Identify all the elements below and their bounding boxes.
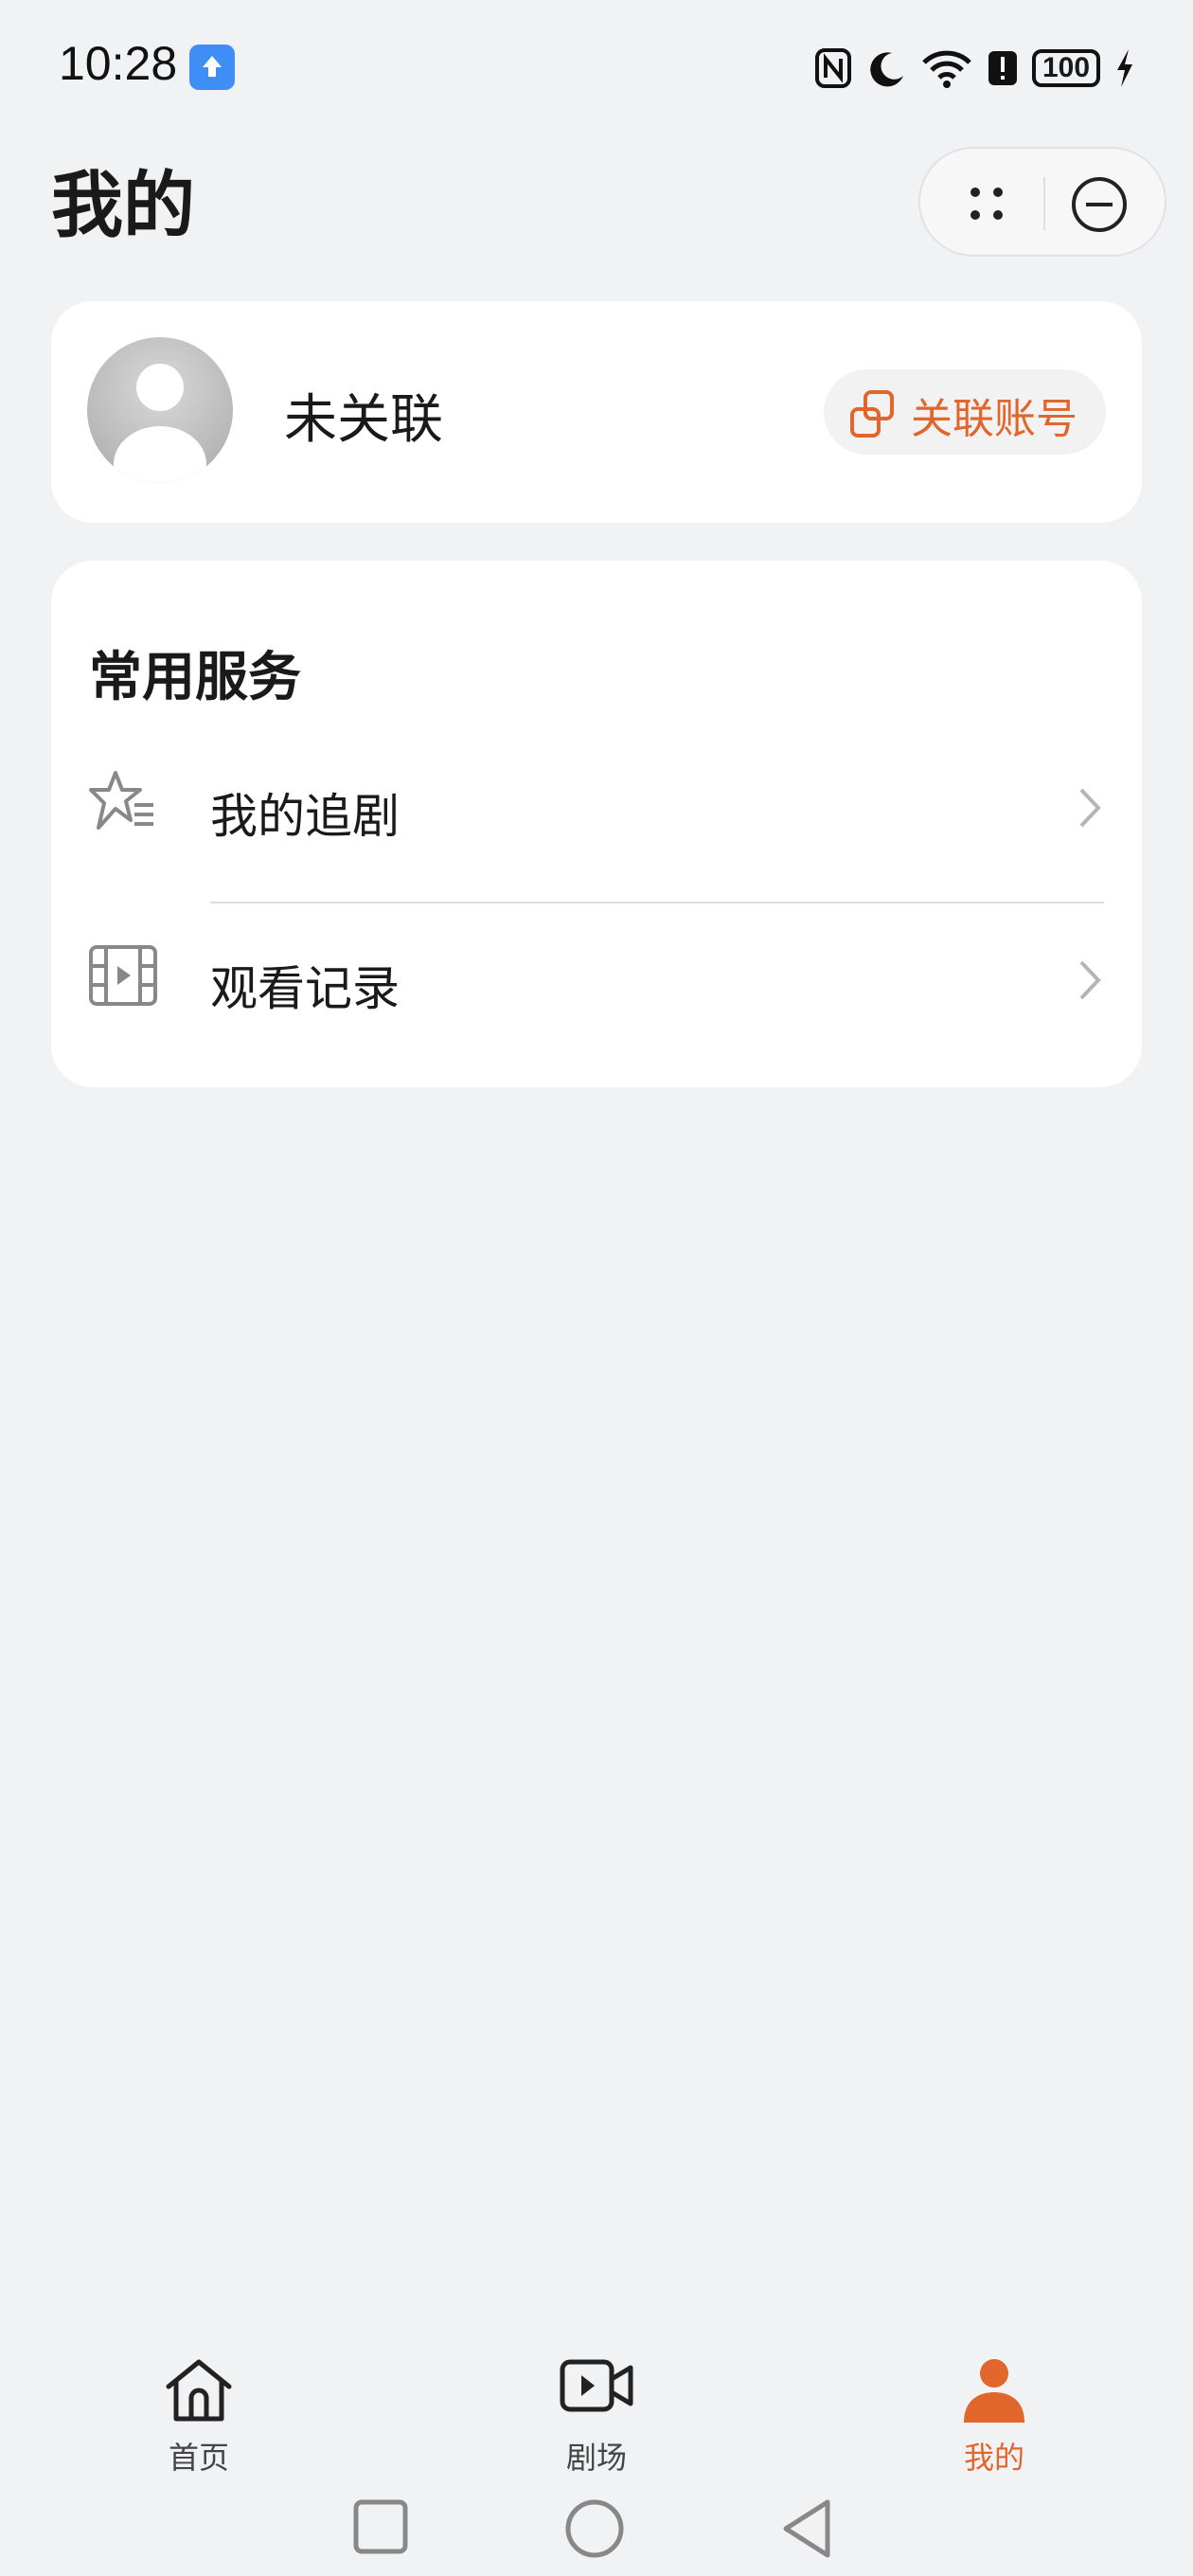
account-name: 未关联 xyxy=(284,389,443,451)
nav-label: 我的 xyxy=(963,2440,1024,2476)
nav-item-mine[interactable]: 我的 xyxy=(881,2330,1108,2481)
link-account-button[interactable]: 关联账号 xyxy=(824,369,1106,455)
nav-label: 首页 xyxy=(168,2440,229,2476)
nfc-icon xyxy=(815,48,851,88)
film-play-icon xyxy=(87,939,159,1015)
status-time: 10:28 xyxy=(59,37,178,90)
nav-label: 剧场 xyxy=(565,2440,627,2476)
mini-program-capsule xyxy=(918,147,1166,257)
list-item-watch-history[interactable]: 观看记录 xyxy=(51,894,1142,1064)
alert-icon xyxy=(988,51,1017,85)
list-item-label: 我的追剧 xyxy=(210,789,400,844)
list-item-my-series[interactable]: 我的追剧 xyxy=(51,722,1142,892)
status-bar: 10:28 100 xyxy=(0,0,1193,133)
avatar[interactable] xyxy=(87,337,233,483)
status-icons: 100 xyxy=(814,42,1136,95)
upload-notification-icon xyxy=(189,45,235,90)
nav-item-home[interactable]: 首页 xyxy=(85,2330,312,2481)
back-triangle-icon[interactable] xyxy=(778,2498,835,2559)
close-minus-icon[interactable] xyxy=(1070,175,1129,234)
capsule-divider xyxy=(1043,177,1045,230)
page-title: 我的 xyxy=(51,163,195,247)
list-item-label: 观看记录 xyxy=(210,961,400,1016)
link-account-label: 关联账号 xyxy=(911,395,1077,443)
home-icon xyxy=(166,2359,232,2422)
wifi-icon xyxy=(922,50,971,88)
bottom-nav: 首页 剧场 我的 xyxy=(0,2330,1193,2481)
services-title: 常用服务 xyxy=(89,647,301,708)
charging-icon xyxy=(1117,49,1132,87)
home-circle-icon[interactable] xyxy=(564,2498,625,2559)
video-camera-icon xyxy=(560,2359,633,2412)
star-list-icon xyxy=(87,767,159,843)
battery-indicator: 100 xyxy=(1032,49,1100,87)
chevron-right-icon xyxy=(1079,788,1101,828)
chevron-right-icon xyxy=(1079,960,1101,1000)
person-icon xyxy=(964,2359,1024,2423)
account-card: 未关联 关联账号 xyxy=(51,301,1142,523)
recent-apps-square-icon[interactable] xyxy=(352,2498,409,2555)
services-card: 常用服务 我的追剧 观看记录 xyxy=(51,561,1142,1087)
nav-item-theater[interactable]: 剧场 xyxy=(483,2330,710,2481)
moon-icon xyxy=(870,52,903,87)
more-dots-icon[interactable] xyxy=(958,175,1015,232)
link-icon xyxy=(850,390,894,438)
system-nav-bar xyxy=(0,2481,1193,2576)
